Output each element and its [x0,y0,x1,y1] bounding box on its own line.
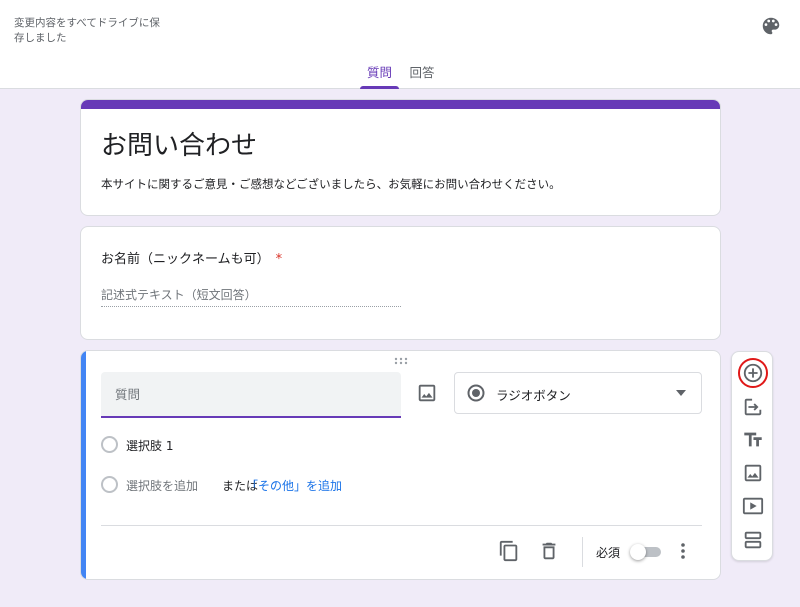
drag-handle-icon[interactable] [394,357,408,365]
question-title: お名前（ニックネームも可） * [101,248,282,267]
floating-toolbar [731,351,773,561]
duplicate-icon[interactable] [498,540,520,562]
app-header: 変更内容をすべてドライブに保存しました 質問 回答 [0,0,800,89]
form-description[interactable]: 本サイトに関するご意見・ご感想などございましたら、お気軽にお問い合わせください。 [101,176,561,192]
required-toggle[interactable] [630,544,662,560]
more-vert-icon[interactable] [673,541,693,561]
radio-circle-icon [101,476,118,493]
palette-icon[interactable] [760,15,782,37]
add-image-icon[interactable] [742,462,764,484]
radio-button-icon [467,384,485,402]
add-question-icon[interactable] [742,362,764,384]
form-title-card[interactable]: お問い合わせ 本サイトに関するご意見・ご感想などございましたら、お気軽にお問い合… [80,99,721,216]
add-option-input[interactable]: 選択肢を追加 [126,477,198,494]
add-title-icon[interactable] [742,429,764,451]
question-card-name[interactable]: お名前（ニックネームも可） * 記述式テキスト（短文回答） [80,226,721,340]
toggle-thumb [630,544,646,560]
question-title-text: お名前（ニックネームも可） [101,252,270,267]
add-video-icon[interactable] [742,495,764,517]
footer-vertical-divider [582,537,583,567]
form-title[interactable]: お問い合わせ [101,125,257,162]
choice-option-label[interactable]: 選択肢 1 [126,437,173,454]
radio-circle-icon [101,436,118,453]
import-questions-icon[interactable] [742,396,764,418]
question-type-label: ラジオボタン [496,388,571,403]
delete-icon[interactable] [538,540,560,562]
save-status: 変更内容をすべてドライブに保存しました [14,17,160,44]
short-answer-placeholder: 記述式テキスト（短文回答） [101,286,401,307]
question-type-select[interactable]: ラジオボタン [454,372,702,414]
question-title-input[interactable] [101,372,401,418]
add-other-link[interactable]: 「その他」を追加 [246,477,342,494]
add-image-icon[interactable] [416,382,438,404]
card-footer-divider [101,525,702,526]
caret-down-icon [676,390,686,396]
tab-questions[interactable]: 質問 [360,60,399,89]
tab-bar: 質問 回答 [0,60,800,89]
required-label: 必須 [596,546,621,560]
required-asterisk: * [275,252,283,267]
tab-responses[interactable]: 回答 [404,60,440,89]
add-section-icon[interactable] [742,529,764,551]
question-card-active[interactable]: ラジオボタン 選択肢 1 選択肢を追加 または 「その他」を追加 必須 [80,350,721,580]
